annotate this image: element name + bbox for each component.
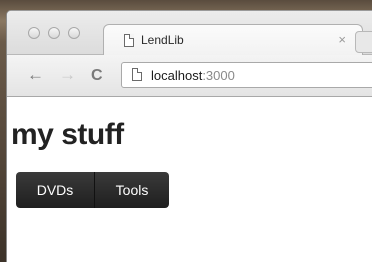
browser-toolbar: ← → C localhost:3000: [7, 55, 372, 97]
page-icon: [132, 68, 142, 81]
page-icon: [124, 34, 134, 47]
browser-tab[interactable]: LendLib ×: [103, 24, 363, 56]
tab-title: LendLib: [141, 33, 184, 47]
url-port: :3000: [202, 68, 235, 83]
back-arrow-icon[interactable]: ←: [27, 66, 44, 83]
url-host: localhost: [151, 68, 203, 83]
forward-arrow-icon[interactable]: →: [59, 66, 76, 83]
address-bar[interactable]: localhost:3000: [121, 62, 372, 88]
close-window-icon[interactable]: [28, 27, 40, 39]
page-title: my stuff: [11, 118, 124, 151]
nav-item-dvds[interactable]: DVDs: [16, 172, 94, 208]
nav-item-tools[interactable]: Tools: [94, 172, 169, 208]
browser-window: LendLib × ← → C localhost:3000 my stuff …: [6, 10, 372, 262]
reload-icon[interactable]: C: [91, 67, 103, 84]
navbar: DVDs Tools: [16, 172, 169, 208]
new-tab-button[interactable]: [355, 31, 372, 53]
url-text: localhost:3000: [151, 68, 235, 83]
title-bar: LendLib ×: [7, 11, 372, 56]
close-tab-icon[interactable]: ×: [338, 32, 346, 47]
page-content: my stuff DVDs Tools: [7, 98, 372, 262]
minimize-window-icon[interactable]: [48, 27, 60, 39]
zoom-window-icon[interactable]: [68, 27, 80, 39]
